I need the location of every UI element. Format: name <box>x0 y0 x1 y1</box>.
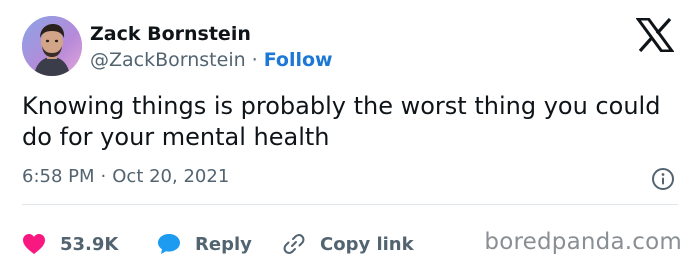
tweet-date: Oct 20, 2021 <box>112 166 230 187</box>
chat-bubble-icon <box>158 234 180 254</box>
timestamp-separator: · <box>100 166 107 187</box>
copy-link-button[interactable]: Copy link <box>282 232 414 256</box>
handle-separator: · <box>251 49 258 71</box>
copy-link-label: Copy link <box>320 233 414 255</box>
info-icon[interactable] <box>651 167 675 191</box>
tweet-text: Knowing things is probably the worst thi… <box>22 92 661 151</box>
like-count: 53.9K <box>60 233 119 255</box>
author-name[interactable]: Zack Bornstein <box>90 23 251 45</box>
like-button[interactable]: 53.9K <box>22 233 118 255</box>
link-icon <box>283 234 305 254</box>
divider <box>22 204 678 205</box>
avatar-portrait <box>22 16 82 76</box>
x-logo-icon[interactable] <box>635 17 675 53</box>
follow-button[interactable]: Follow <box>264 49 333 71</box>
tweet-timestamp[interactable]: 6:58 PM · Oct 20, 2021 <box>22 166 229 188</box>
tweet-time: 6:58 PM <box>22 166 95 187</box>
author-handle[interactable]: @ZackBornstein <box>90 49 246 71</box>
reply-button[interactable]: Reply <box>157 233 252 255</box>
reply-label: Reply <box>195 233 252 255</box>
avatar[interactable] <box>22 16 82 76</box>
tweet-card: Zack Bornstein @ZackBornstein · Follow Kno… <box>0 0 700 256</box>
watermark: boredpanda.com <box>484 229 682 255</box>
author-handle-row: @ZackBornstein · Follow <box>90 49 333 71</box>
heart-icon <box>23 234 45 254</box>
